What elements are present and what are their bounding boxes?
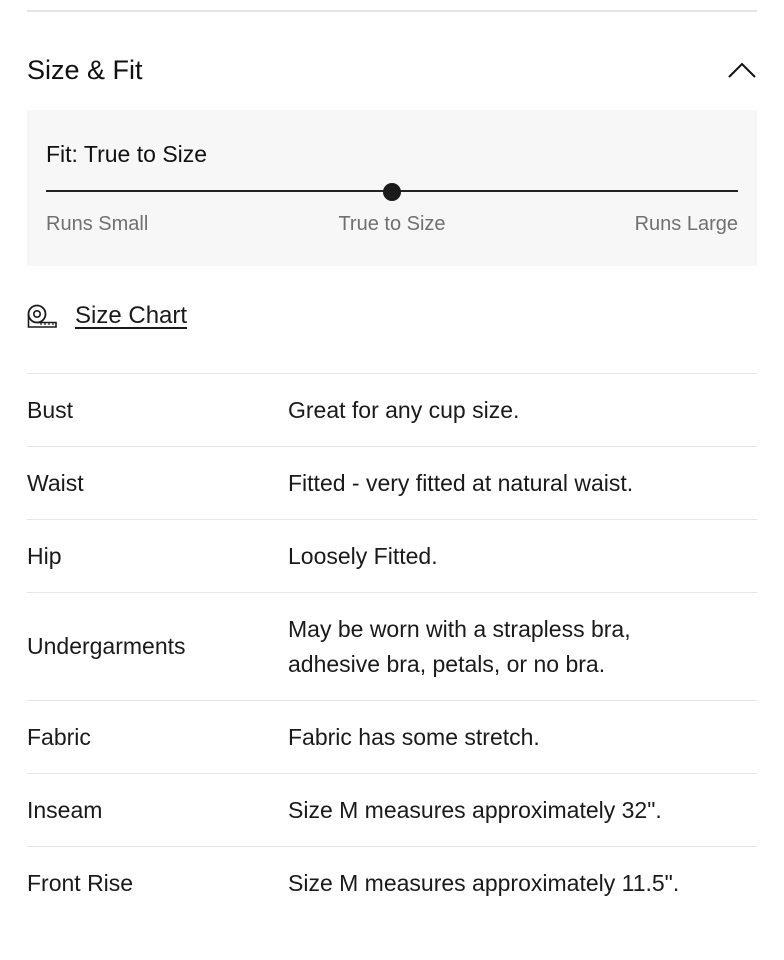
spec-value: Loosely Fitted. bbox=[288, 542, 438, 569]
spec-label: Waist bbox=[27, 469, 84, 496]
chevron-up-icon[interactable] bbox=[727, 55, 757, 85]
spec-value: Great for any cup size. bbox=[288, 396, 520, 423]
spec-value: Size M measures approximately 11.5". bbox=[288, 869, 680, 896]
spec-row-hip: Hip Loosely Fitted. bbox=[27, 519, 757, 592]
measuring-tape-icon bbox=[27, 304, 57, 328]
size-chart-label[interactable]: Size Chart bbox=[75, 302, 187, 330]
spec-value: Fabric has some stretch. bbox=[288, 723, 540, 750]
spec-label: Fabric bbox=[27, 723, 91, 750]
size-fit-accordion-header[interactable]: Size & Fit bbox=[27, 40, 757, 100]
fit-scale-runs-large: Runs Large bbox=[634, 213, 738, 235]
size-chart-link[interactable]: Size Chart bbox=[27, 302, 187, 330]
spec-row-inseam: Inseam Size M measures approximately 32"… bbox=[27, 773, 757, 846]
fit-indicator bbox=[383, 183, 401, 201]
spec-value: May be worn with a strapless bra, adhesi… bbox=[288, 615, 631, 677]
section-title: Size & Fit bbox=[27, 54, 143, 85]
spec-label: Bust bbox=[27, 396, 74, 423]
spec-value: Fitted - very fitted at natural waist. bbox=[288, 469, 634, 496]
spec-label: Hip bbox=[27, 542, 62, 569]
spec-row-undergarments: Undergarments May be worn with a straple… bbox=[27, 592, 757, 700]
spec-row-fabric: Fabric Fabric has some stretch. bbox=[27, 700, 757, 773]
fit-scale-runs-small: Runs Small bbox=[46, 213, 149, 235]
spec-row-waist: Waist Fitted - very fitted at natural wa… bbox=[27, 446, 757, 519]
top-divider bbox=[27, 10, 757, 12]
fit-scale-true-to-size: True to Size bbox=[338, 213, 446, 235]
spec-label: Undergarments bbox=[27, 633, 186, 659]
fit-label: Fit: True to Size bbox=[46, 141, 208, 167]
fit-panel: Fit: True to Size Runs Small True to Siz… bbox=[27, 110, 757, 266]
fit-details-table: Bust Great for any cup size. Waist Fitte… bbox=[27, 373, 757, 919]
spec-row-front-rise: Front Rise Size M measures approximately… bbox=[27, 846, 757, 919]
spec-label: Inseam bbox=[27, 796, 103, 823]
spec-row-bust: Bust Great for any cup size. bbox=[27, 373, 757, 446]
spec-label: Front Rise bbox=[27, 869, 134, 896]
spec-value: Size M measures approximately 32". bbox=[288, 796, 662, 823]
